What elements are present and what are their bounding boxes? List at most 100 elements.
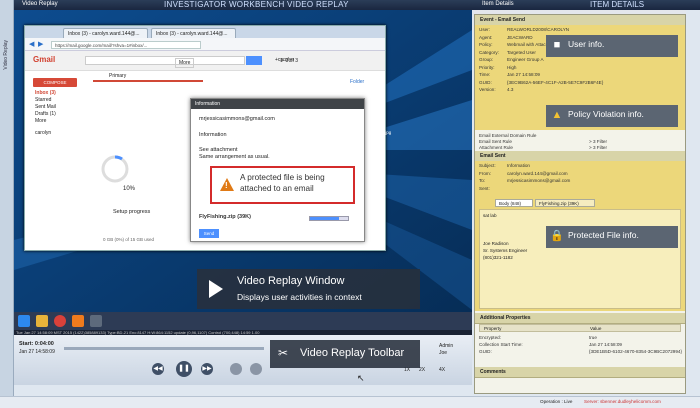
more-dropdown[interactable]: More (175, 58, 195, 68)
play-icon (209, 280, 223, 298)
browser-tab-2[interactable]: Inbox (3) - carolyn.ward.144@... (151, 28, 236, 38)
event-field-key: Time: (479, 72, 491, 77)
compose-recipient[interactable]: mrjessicasimmons@gmail.com (199, 116, 275, 122)
event-field-row: GUID: {3EC9B62A-56EF-4C1F-A2B-5E7C9F2B6F4… (479, 80, 603, 85)
gmail-search-bar: +carolyn (25, 51, 385, 71)
explorer-icon[interactable] (36, 315, 48, 327)
item-details-panel: Event - Email Send User: REALWORLD2008\CA… (474, 14, 686, 394)
speed-option-4x[interactable]: 4X (439, 367, 445, 373)
nav-starred[interactable]: Starred (35, 97, 51, 103)
gmail-logo: Gmail (33, 55, 56, 64)
start-icon[interactable] (18, 315, 30, 327)
property-row: GUID: {3DE1B5D-6102-4670-8354-3C9BC207299… (479, 349, 682, 354)
policy-violation-label: ▲ Policy Violation info. (546, 105, 678, 127)
comments-header[interactable]: Comments (475, 367, 685, 378)
app-icon[interactable] (90, 315, 102, 327)
nav-inbox[interactable]: Inbox (3) (35, 90, 56, 96)
event-field-key: Group: (479, 57, 494, 62)
property-value: Jan 27 14:58:09 (589, 342, 622, 347)
setup-progress-label: Setup progress (113, 209, 151, 215)
warning-exclamation: ! (225, 181, 228, 190)
storage-text: 0 GB (0%) of 15 GB used (103, 237, 155, 242)
filter-row: Email Sent Rule > 3 Filter (479, 139, 607, 144)
warning-triangle-icon: ▲ (551, 109, 563, 121)
email-body-line: sat lab (483, 213, 497, 218)
event-field-value: 4.3 (507, 87, 514, 92)
lock-icon: 🔒 (550, 230, 564, 242)
nav-more[interactable]: More (35, 118, 46, 124)
attachment-name[interactable]: FlyFishing.zip (39K) (199, 214, 251, 220)
email-field-row: To: mrjessicasimmons@gmail.com (479, 178, 570, 183)
video-window-title: Video Replay Window (237, 275, 345, 287)
user-admin: Admin (439, 343, 454, 349)
event-field-value: {3EC9B62A-56EF-4C1F-A2B-5E7C9F2B6F4E} (507, 79, 604, 85)
event-field-key: Priority: (479, 64, 495, 70)
additional-properties-header[interactable]: Additional Properties (475, 313, 685, 324)
event-field-value: High (507, 64, 517, 70)
video-window-label: Video Replay Window Displays user activi… (197, 269, 420, 309)
titlebar-label: Video Replay (22, 1, 58, 7)
event-field-value: Targeted User (507, 49, 536, 55)
left-strip-label: Video Replay (3, 40, 9, 70)
email-attachment-tab[interactable]: FlyFishing.zip (39K) (535, 199, 595, 207)
alert-text: A protected file is being attached to an… (240, 173, 325, 193)
email-field-value: mrjessicasimmons@gmail.com (507, 178, 571, 183)
snapshot-button[interactable] (250, 363, 262, 375)
filter-row: Email External Domain Rule (479, 133, 589, 138)
nav-drafts[interactable]: Drafts (1) (35, 111, 56, 117)
user-icon: ■ (553, 39, 561, 51)
compose-subject[interactable]: Information (199, 132, 227, 138)
event-field-row: Time: Jan 27 14:58:09 (479, 72, 540, 77)
record-button[interactable] (230, 363, 242, 375)
forward-button[interactable]: ▶▶ (201, 363, 213, 375)
page-count: 1–3 of 3 (280, 58, 299, 64)
property-row: Encrypted: true (479, 335, 597, 340)
event-field-row: Version: 4.3 (479, 87, 513, 92)
rewind-button[interactable]: ◀◀ (152, 363, 164, 375)
gmail-search-input[interactable] (85, 56, 245, 65)
compose-body-line2: Same arrangement as usual. (199, 154, 270, 160)
item-details-titlebar: Item Details ITEM DETAILS (472, 0, 700, 10)
event-field-key: Agent: (479, 34, 493, 40)
scrub-slider[interactable] (64, 347, 264, 350)
url-input[interactable]: https://mail.google.com/mail/?shva=1#inb… (51, 41, 201, 49)
item-details-title: ITEM DETAILS (590, 0, 645, 9)
event-field-value: REALWORLD2008\CAROLYN (507, 27, 570, 32)
folder-link[interactable]: Folder (350, 79, 364, 85)
email-body: sat lab Joe Radison Sr. Systems Engineer (8… (479, 209, 681, 309)
property-row: Collection Start Time: Jan 27 14:58:09 (479, 342, 622, 347)
email-field-key: Subject: (479, 163, 496, 168)
chat-user[interactable]: carolyn (35, 130, 51, 136)
compose-header: Information (191, 99, 364, 109)
protected-file-label: 🔒 Protected File info. (546, 226, 678, 248)
event-field-row: Group: Engineer Group A (479, 57, 544, 62)
tab-primary[interactable]: Primary (93, 73, 203, 82)
setup-percent: 10% (123, 186, 136, 192)
chrome-icon[interactable] (54, 315, 66, 327)
email-field-value: carolyn.ward.144@gmail.com (507, 170, 568, 176)
email-field-value: Information (507, 163, 530, 168)
windows-taskbar (14, 312, 472, 330)
left-sidebar-strip: Video Replay (0, 0, 14, 408)
event-field-row: Priority: High (479, 65, 516, 70)
email-field-key: From: (479, 170, 491, 176)
browser-tab-1[interactable]: Inbox (3) - carolyn.ward.144@... (63, 28, 148, 38)
pause-button[interactable]: ❚❚ (176, 361, 192, 377)
property-key: Encrypted: (479, 335, 501, 340)
media-icon[interactable] (72, 315, 84, 327)
nav-sent[interactable]: Sent Mail (35, 104, 56, 110)
event-field-key: Category: (479, 49, 499, 55)
event-field-row: User: REALWORLD2008\CAROLYN (479, 27, 569, 32)
filter-key: Email External Domain Rule (479, 133, 537, 138)
toolbar-label-title: Video Replay Toolbar (300, 347, 405, 359)
forward-icon[interactable]: ▶ (38, 40, 43, 48)
server-status: Server: sbenner.dudleyhelicomm.com (584, 399, 661, 404)
send-button[interactable]: Send (199, 229, 219, 238)
gmail-search-button[interactable] (246, 56, 262, 65)
email-body-tab[interactable]: Body (848) (495, 199, 533, 207)
property-key: GUID: (479, 349, 492, 354)
compose-button[interactable]: COMPOSE (33, 78, 77, 87)
email-field-row: Sent: (479, 186, 507, 191)
back-icon[interactable]: ◀ (29, 40, 34, 48)
address-bar: ◀ ▶ https://mail.google.com/mail/?shva=1… (25, 38, 385, 51)
